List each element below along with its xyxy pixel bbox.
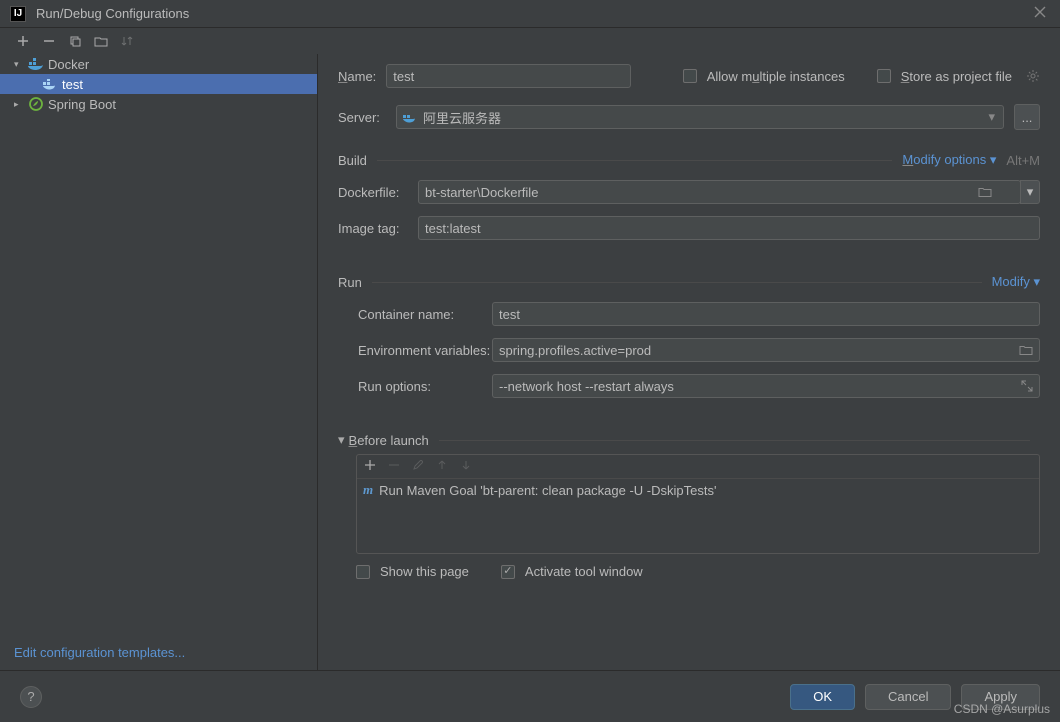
titlebar: IJ Run/Debug Configurations	[0, 0, 1060, 28]
sort-icon[interactable]	[119, 33, 135, 49]
close-icon[interactable]	[1034, 6, 1050, 22]
watermark: CSDN @Asurplus	[954, 702, 1050, 716]
docker-small-icon	[403, 112, 417, 123]
runopt-input[interactable]: --network host --restart always	[492, 374, 1040, 398]
gear-icon[interactable]	[1026, 69, 1040, 83]
before-launch-title: Before launch	[349, 433, 429, 448]
store-project-label: Store as project file	[901, 69, 1012, 84]
dockerfile-dropdown[interactable]: ▾	[1020, 180, 1040, 204]
tree-label: Docker	[48, 57, 89, 72]
allow-multiple-checkbox[interactable]	[683, 69, 697, 83]
edit-icon[interactable]	[413, 460, 427, 474]
before-launch-item-text: Run Maven Goal 'bt-parent: clean package…	[379, 483, 716, 498]
tree-node-docker[interactable]: ▾ Docker	[0, 54, 317, 74]
show-page-label: Show this page	[380, 564, 469, 579]
server-value: 阿里云服务器	[423, 108, 501, 127]
remove-icon[interactable]	[41, 33, 57, 49]
expand-icon[interactable]	[1021, 380, 1033, 392]
imagetag-input[interactable]	[418, 216, 1040, 240]
runopt-label: Run options:	[338, 379, 492, 394]
server-select[interactable]: 阿里云服务器 ▾	[396, 105, 1004, 129]
build-section-title: Build	[338, 153, 367, 168]
help-button[interactable]: ?	[20, 686, 42, 708]
before-launch-item[interactable]: m Run Maven Goal 'bt-parent: clean packa…	[357, 479, 1039, 501]
server-more-button[interactable]: ...	[1014, 104, 1040, 130]
cancel-button[interactable]: Cancel	[865, 684, 951, 710]
container-label: Container name:	[338, 307, 492, 322]
activate-tool-label: Activate tool window	[525, 564, 643, 579]
config-tree-panel: ▾ Docker test ▸ Spring Boot Ed	[0, 54, 318, 670]
env-label: Environment variables:	[338, 343, 492, 358]
tree-node-springboot[interactable]: ▸ Spring Boot	[0, 94, 317, 114]
tree-node-test[interactable]: test	[0, 74, 317, 94]
dockerfile-icon	[42, 76, 58, 92]
folder-save-icon[interactable]	[93, 33, 109, 49]
dockerfile-label: Dockerfile:	[338, 185, 418, 200]
maven-icon: m	[363, 482, 373, 498]
chevron-down-icon[interactable]: ▾	[338, 432, 345, 448]
dialog-footer: ? OK Cancel Apply	[0, 670, 1060, 722]
copy-icon[interactable]	[67, 33, 83, 49]
chevron-down-icon: ▾	[14, 59, 24, 70]
run-section-title: Run	[338, 275, 362, 290]
runopt-value: --network host --restart always	[499, 379, 674, 394]
docker-icon	[28, 56, 44, 72]
run-modify-link[interactable]: Modify ▾	[992, 274, 1040, 290]
config-form: NName:ame: Allow multiple instances Stor…	[318, 54, 1060, 670]
add-icon[interactable]	[15, 33, 31, 49]
chevron-right-icon: ▸	[14, 99, 24, 110]
env-input[interactable]: spring.profiles.active=prod	[492, 338, 1040, 362]
ok-button[interactable]: OK	[790, 684, 855, 710]
down-icon[interactable]	[461, 460, 475, 474]
container-input[interactable]	[492, 302, 1040, 326]
tree-toolbar	[0, 28, 1060, 54]
store-project-checkbox[interactable]	[877, 69, 891, 83]
name-label: NName:ame:	[338, 69, 376, 84]
imagetag-label: Image tag:	[338, 221, 418, 236]
modify-options-link[interactable]: Modify options ▾	[902, 152, 996, 168]
env-value: spring.profiles.active=prod	[499, 343, 651, 358]
edit-templates-link[interactable]: Edit configuration templates...	[14, 645, 185, 660]
dockerfile-value: bt-starter\Dockerfile	[425, 185, 538, 200]
server-label: Server:	[338, 110, 386, 125]
remove-icon[interactable]	[389, 460, 403, 474]
show-page-checkbox[interactable]	[356, 565, 370, 579]
window-title: Run/Debug Configurations	[36, 6, 1034, 21]
activate-tool-checkbox[interactable]	[501, 565, 515, 579]
allow-multiple-label: Allow multiple instances	[707, 69, 845, 84]
before-launch-list: m Run Maven Goal 'bt-parent: clean packa…	[356, 454, 1040, 554]
folder-icon[interactable]	[978, 187, 992, 198]
name-input[interactable]	[386, 64, 631, 88]
dockerfile-input[interactable]: bt-starter\Dockerfile	[418, 180, 1021, 204]
tree-label: test	[62, 77, 83, 92]
intellij-icon: IJ	[10, 6, 26, 22]
spring-icon	[28, 96, 44, 112]
up-icon[interactable]	[437, 460, 451, 474]
folder-icon[interactable]	[1019, 345, 1033, 356]
config-tree[interactable]: ▾ Docker test ▸ Spring Boot	[0, 54, 317, 635]
tree-label: Spring Boot	[48, 97, 116, 112]
modify-shortcut: Alt+M	[1006, 153, 1040, 168]
add-icon[interactable]	[365, 460, 379, 474]
chevron-down-icon: ▾	[988, 109, 995, 125]
